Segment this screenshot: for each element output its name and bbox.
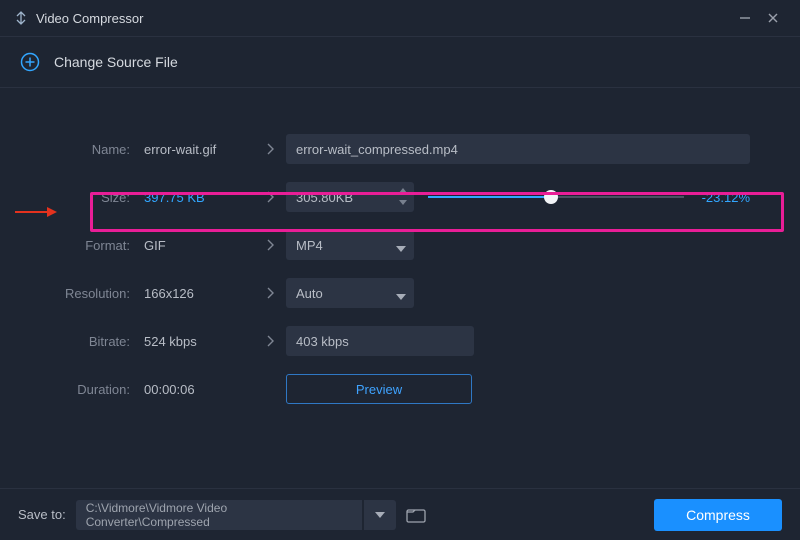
open-folder-button[interactable] — [406, 507, 426, 523]
value-resolution-source: 166x126 — [144, 286, 254, 301]
footer: Save to: C:\Vidmore\Vidmore Video Conver… — [0, 488, 800, 540]
close-button[interactable] — [760, 5, 786, 31]
titlebar: Video Compressor — [0, 0, 800, 36]
change-source-label: Change Source File — [54, 54, 178, 70]
name-output-input[interactable] — [286, 134, 750, 164]
value-format-source: GIF — [144, 238, 254, 253]
save-to-label: Save to: — [18, 507, 66, 522]
row-resolution: Resolution: 166x126 Auto — [50, 276, 750, 310]
compress-button[interactable]: Compress — [654, 499, 782, 531]
save-path-dropdown[interactable] — [364, 500, 396, 530]
resolution-output-value: Auto — [296, 286, 323, 301]
preview-label: Preview — [356, 382, 402, 397]
change-source-row[interactable]: Change Source File — [0, 36, 800, 88]
row-name: Name: error-wait.gif — [50, 132, 750, 166]
size-output-value: 305.80KB — [296, 190, 353, 205]
chevron-down-icon — [396, 240, 406, 255]
slider-thumb[interactable] — [544, 190, 558, 204]
plus-circle-icon — [20, 52, 40, 72]
app-title: Video Compressor — [36, 11, 143, 26]
main-panel: Name: error-wait.gif Size: 397.75 KB 305… — [0, 88, 800, 430]
chevron-down-icon — [396, 288, 406, 303]
annotation-arrow — [15, 205, 57, 222]
chevron-right-icon — [254, 334, 286, 348]
value-size-source: 397.75 KB — [144, 190, 254, 205]
app-icon — [14, 11, 28, 25]
label-format: Format: — [50, 238, 130, 253]
bitrate-output-field[interactable]: 403 kbps — [286, 326, 474, 356]
label-resolution: Resolution: — [50, 286, 130, 301]
save-path-field[interactable]: C:\Vidmore\Vidmore Video Converter\Compr… — [76, 500, 362, 530]
chevron-right-icon — [254, 190, 286, 204]
row-bitrate: Bitrate: 524 kbps 403 kbps — [50, 324, 750, 358]
value-name-source: error-wait.gif — [144, 142, 254, 157]
chevron-right-icon — [254, 286, 286, 300]
chevron-right-icon — [254, 238, 286, 252]
size-output-field[interactable]: 305.80KB — [286, 182, 414, 212]
row-format: Format: GIF MP4 — [50, 228, 750, 262]
resolution-output-dropdown[interactable]: Auto — [286, 278, 414, 308]
step-up-button[interactable] — [396, 185, 410, 195]
chevron-right-icon — [254, 142, 286, 156]
size-slider[interactable] — [428, 196, 684, 198]
compress-label: Compress — [686, 507, 750, 523]
format-output-value: MP4 — [296, 238, 323, 253]
step-down-button[interactable] — [396, 197, 410, 207]
value-bitrate-source: 524 kbps — [144, 334, 254, 349]
size-percent: -23.12% — [694, 190, 750, 205]
row-size: Size: 397.75 KB 305.80KB -23.12% — [50, 180, 750, 214]
minimize-button[interactable] — [732, 5, 758, 31]
size-stepper — [396, 185, 410, 207]
label-name: Name: — [50, 142, 130, 157]
format-output-dropdown[interactable]: MP4 — [286, 230, 414, 260]
preview-button[interactable]: Preview — [286, 374, 472, 404]
value-duration: 00:00:06 — [144, 382, 254, 397]
label-size: Size: — [50, 190, 130, 205]
row-duration: Duration: 00:00:06 Preview — [50, 372, 750, 406]
label-bitrate: Bitrate: — [50, 334, 130, 349]
save-path-value: C:\Vidmore\Vidmore Video Converter\Compr… — [86, 501, 352, 529]
label-duration: Duration: — [50, 382, 130, 397]
bitrate-output-value: 403 kbps — [296, 334, 349, 349]
